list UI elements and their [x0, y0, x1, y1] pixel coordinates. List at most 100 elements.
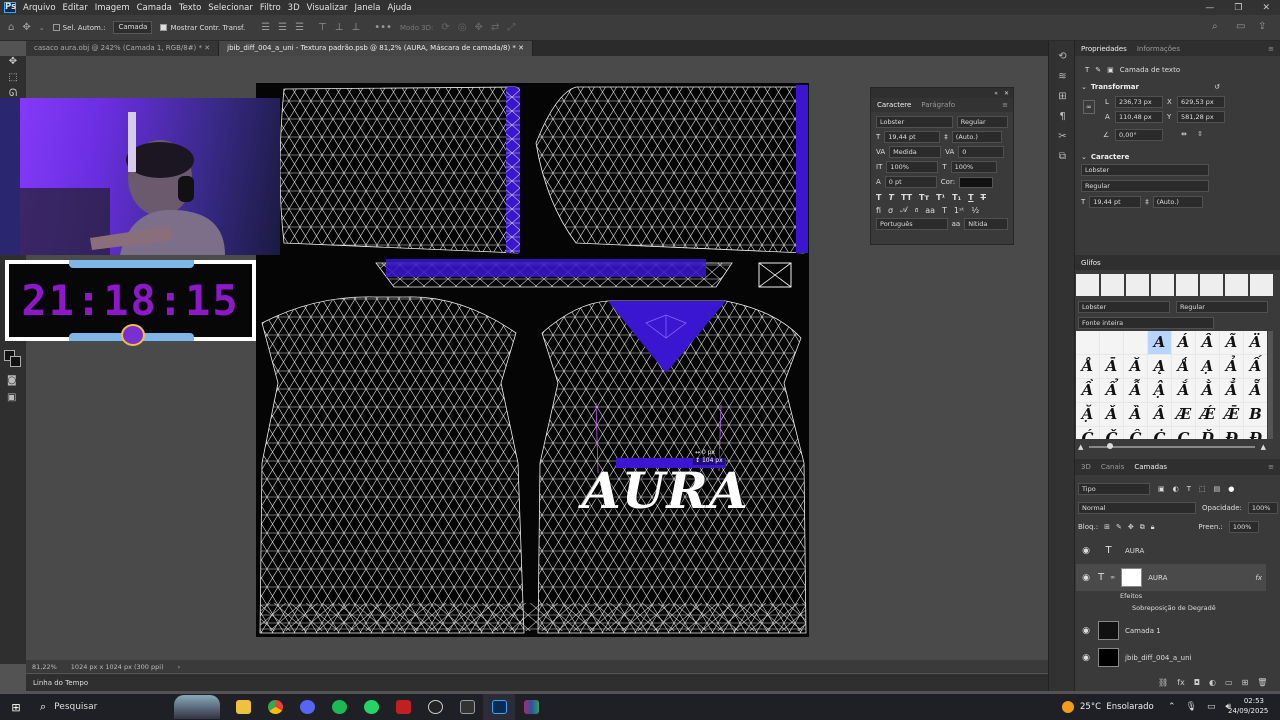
home-icon[interactable]: ⌂ — [8, 22, 14, 33]
show-transform-checkbox[interactable]: Mostrar Contr. Transf. — [160, 24, 245, 32]
glyph-cell[interactable]: Ą — [1148, 355, 1171, 378]
layer-row-jbib[interactable]: ◉ jbib_diff_004_a_uni — [1076, 644, 1266, 671]
small-caps-icon[interactable]: Tт — [919, 193, 929, 202]
layer-name[interactable]: AURA — [1125, 547, 1144, 555]
layer-row-aura-text[interactable]: ◉ T AURA — [1076, 537, 1266, 564]
start-button[interactable]: ⊞ — [0, 694, 32, 720]
clock-tray[interactable]: 02:53 24/09/2025 — [1228, 696, 1268, 716]
libraries-icon[interactable]: ⊞ — [1049, 87, 1076, 107]
x-field[interactable]: 629,53 px — [1177, 96, 1225, 108]
history-icon[interactable]: ⟲ — [1049, 47, 1076, 67]
glyph-cell[interactable]: Ậ — [1148, 379, 1171, 402]
glyph-cell[interactable]: Ď — [1196, 427, 1219, 439]
layer-row-camada-1[interactable]: ◉ Camada 1 — [1076, 617, 1266, 644]
prop-style-select[interactable]: Regular — [1081, 180, 1209, 192]
language-select[interactable]: Português — [876, 218, 948, 230]
3d-rotate-icon[interactable]: ⟳ — [441, 22, 449, 33]
close-icon[interactable]: ✕ — [518, 44, 524, 52]
filter-adjust-icon[interactable]: ◐ — [1173, 485, 1179, 493]
taskbar-photoshop[interactable] — [483, 694, 515, 720]
glyph-zoom-slider[interactable] — [1089, 443, 1255, 449]
glyph-cell[interactable]: Ǣ — [1220, 403, 1243, 426]
add-mask-icon[interactable]: ◘ — [1194, 678, 1200, 687]
glyph-cell[interactable]: Ă — [1124, 355, 1147, 378]
recent-glyph-slot[interactable] — [1200, 274, 1224, 296]
width-field[interactable]: 236,73 px — [1115, 96, 1163, 108]
chevron-down-icon[interactable]: ⌄ — [1081, 153, 1087, 161]
taskbar-explorer[interactable] — [227, 694, 259, 720]
tab-paragrafo[interactable]: Parágrafo — [921, 101, 955, 109]
underline-icon[interactable]: T — [968, 193, 973, 202]
taskbar-spotify[interactable] — [323, 694, 355, 720]
all-caps-icon[interactable]: TT — [901, 193, 912, 202]
paragraph-icon[interactable]: ¶ — [1049, 107, 1076, 127]
glyph-cell[interactable] — [1100, 331, 1123, 354]
glyph-cell[interactable]: Ĉ — [1124, 427, 1147, 439]
menu-3d[interactable]: 3D — [288, 3, 300, 13]
color-swatches[interactable] — [4, 350, 22, 368]
text-color-swatch[interactable] — [959, 176, 994, 188]
glyph-cell[interactable]: Ằ — [1196, 379, 1219, 402]
zoom-out-glyph-icon[interactable]: ▲ — [1078, 443, 1083, 451]
tab-caractere[interactable]: Caractere — [877, 101, 911, 109]
fractions-icon[interactable]: ½ — [971, 206, 979, 215]
eye-icon[interactable]: ◉ — [1080, 573, 1092, 583]
leading-field[interactable]: (Auto.) — [951, 131, 1002, 143]
quick-mask-icon[interactable]: ◙ — [7, 375, 17, 386]
glyph-cell[interactable]: Ȁ — [1124, 403, 1147, 426]
kerning-field[interactable]: Medida — [889, 146, 942, 158]
glyph-cell[interactable]: Đ — [1220, 427, 1243, 439]
minimize-icon[interactable]: — — [1205, 3, 1214, 13]
taskbar-discord[interactable] — [291, 694, 323, 720]
prop-size-field[interactable]: 19,44 pt — [1089, 196, 1142, 208]
taskbar-search[interactable]: ⌕ Pesquisar — [32, 694, 167, 720]
glyph-scrollbar[interactable] — [1268, 331, 1273, 439]
height-field[interactable]: 110,48 px — [1115, 111, 1163, 123]
panel-menu-icon[interactable]: ≡ — [1002, 101, 1013, 109]
adjustments-icon[interactable]: ≋ — [1049, 67, 1076, 87]
glyph-cell[interactable]: Æ — [1172, 403, 1195, 426]
network-icon[interactable]: ▭ — [1207, 702, 1216, 712]
zoom-level[interactable]: 81,22% — [32, 663, 57, 671]
angle-field[interactable]: 0,00° — [1115, 129, 1163, 141]
superscript-icon[interactable]: T¹ — [936, 193, 945, 202]
glyphs-title[interactable]: Glifos — [1081, 259, 1101, 267]
antialias-select[interactable]: Nítida — [964, 218, 1008, 230]
recent-glyph-slot[interactable] — [1076, 274, 1099, 296]
y-field[interactable]: 581,28 px — [1177, 111, 1225, 123]
align-left-icon[interactable]: ☰ — [261, 22, 270, 33]
eye-icon[interactable]: ◉ — [1080, 653, 1092, 663]
prop-leading-field[interactable]: (Auto.) — [1152, 196, 1203, 208]
link-layers-icon[interactable]: ⛓ — [1158, 678, 1168, 687]
lock-paint-icon[interactable]: ✎ — [1116, 523, 1122, 531]
auto-select-checkbox[interactable]: Sel. Autom.: — [52, 24, 105, 32]
glyph-cell[interactable]: Ẵ — [1244, 379, 1267, 402]
tools-icon[interactable]: ✂ — [1049, 127, 1076, 147]
close-icon[interactable]: ✕ — [204, 44, 210, 52]
blend-mode-select[interactable]: Normal — [1078, 502, 1196, 514]
panel-menu-icon[interactable]: ≡ — [1268, 45, 1280, 53]
tab-informacoes[interactable]: Informações — [1137, 45, 1180, 53]
glyph-zoom-knob[interactable] — [1107, 443, 1114, 449]
strikethrough-icon[interactable]: T — [981, 193, 986, 202]
move-tool-icon[interactable]: ✥ — [22, 22, 30, 33]
glyph-cell[interactable]: Ǎ — [1100, 403, 1123, 426]
menu-editar[interactable]: Editar — [63, 3, 88, 13]
glyph-cell[interactable]: Ð — [1244, 427, 1267, 439]
glyph-cell[interactable]: A — [1148, 331, 1171, 354]
ordinal-icon[interactable]: T — [942, 206, 947, 215]
glyph-cell[interactable]: Ä — [1244, 331, 1267, 354]
taskbar-winrar[interactable] — [515, 694, 547, 720]
menu-texto[interactable]: Texto — [179, 3, 201, 13]
faux-bold-icon[interactable]: T — [876, 193, 881, 202]
glyph-cell[interactable]: Ẳ — [1220, 379, 1243, 402]
align-bottom-icon[interactable]: ⊥ — [352, 22, 361, 33]
glyph-cell[interactable]: B — [1244, 403, 1267, 426]
layer-name[interactable]: jbib_diff_004_a_uni — [1125, 654, 1191, 662]
taskbar-app-red[interactable] — [387, 694, 419, 720]
glyph-icon[interactable]: ⧉ — [1049, 147, 1076, 167]
filter-type-icon[interactable]: T — [1187, 485, 1191, 493]
filter-shape-icon[interactable]: ⬚ — [1199, 485, 1206, 493]
glyph-cell[interactable]: Ċ — [1148, 427, 1171, 439]
lock-move-icon[interactable]: ✥ — [1128, 523, 1134, 531]
